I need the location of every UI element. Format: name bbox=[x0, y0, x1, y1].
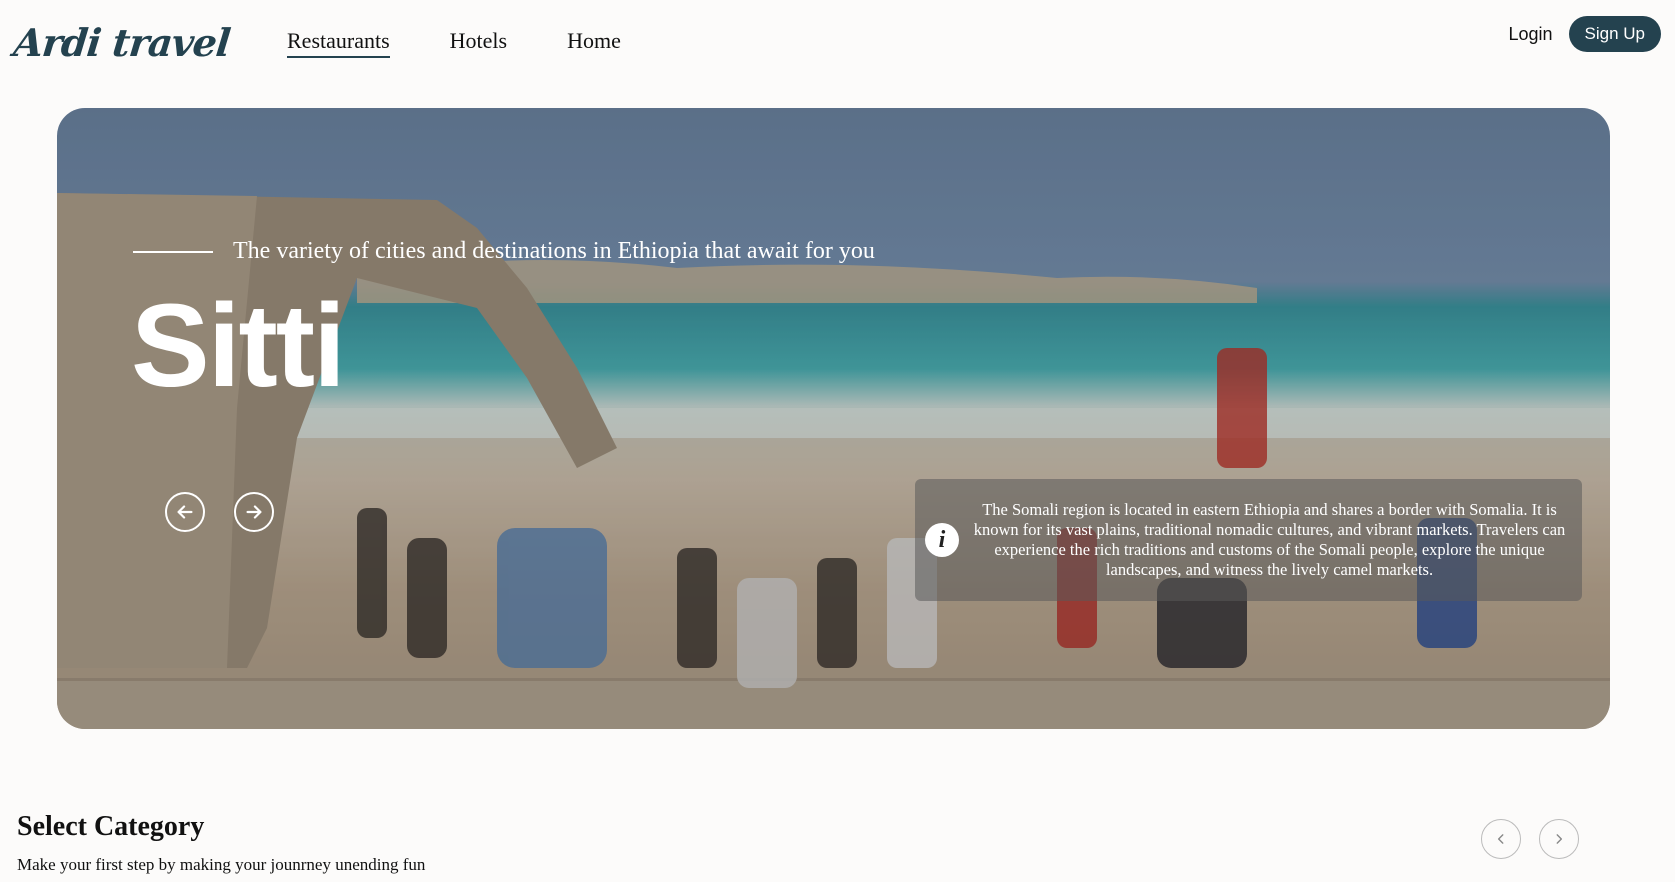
arrow-right-icon bbox=[246, 505, 262, 519]
info-text: The Somali region is located in eastern … bbox=[973, 500, 1566, 579]
arrow-left-icon bbox=[177, 505, 193, 519]
tagline-divider bbox=[133, 250, 213, 253]
city-name: Sitti bbox=[131, 280, 346, 412]
hero-overlay bbox=[57, 108, 1610, 729]
nav-home[interactable]: Home bbox=[567, 28, 621, 58]
chevron-right-icon bbox=[1556, 834, 1563, 844]
category-subtitle: Make your first step by making your joun… bbox=[17, 855, 426, 874]
category-prev-button[interactable] bbox=[1481, 819, 1521, 859]
auth-actions: Login Sign Up bbox=[1508, 16, 1661, 52]
chevron-left-icon bbox=[1497, 834, 1504, 844]
info-card: i The Somali region is located in easter… bbox=[915, 479, 1582, 601]
hero-tagline: The variety of cities and destinations i… bbox=[133, 238, 875, 265]
main-nav: Restaurants Hotels Home bbox=[287, 28, 621, 58]
hero-prev-button[interactable] bbox=[165, 492, 205, 532]
hero-next-button[interactable] bbox=[234, 492, 274, 532]
tagline-text: The variety of cities and destinations i… bbox=[233, 238, 875, 264]
login-link[interactable]: Login bbox=[1508, 24, 1552, 45]
logo[interactable]: Ardi travel bbox=[11, 14, 233, 70]
nav-restaurants[interactable]: Restaurants bbox=[287, 28, 390, 58]
hero-banner: The variety of cities and destinations i… bbox=[57, 108, 1610, 729]
info-icon: i bbox=[925, 523, 959, 557]
category-title: Select Category bbox=[17, 811, 205, 842]
category-next-button[interactable] bbox=[1539, 819, 1579, 859]
signup-button[interactable]: Sign Up bbox=[1568, 16, 1661, 52]
nav-hotels[interactable]: Hotels bbox=[450, 28, 507, 58]
